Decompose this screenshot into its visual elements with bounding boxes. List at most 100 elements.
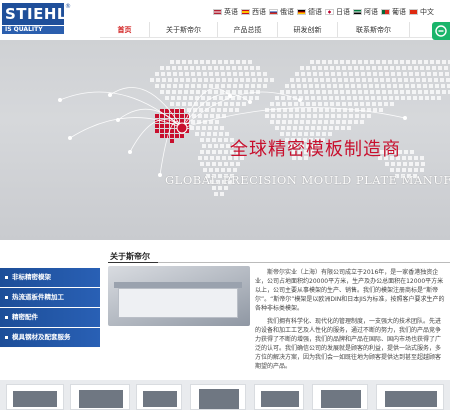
lang-russian[interactable]: 俄语 <box>269 7 294 17</box>
chat-icon <box>435 25 447 37</box>
map-dot <box>348 120 352 124</box>
lang-chinese[interactable]: 中文 <box>409 7 434 17</box>
product-thumbnail[interactable] <box>6 384 64 410</box>
lang-arabic[interactable]: 阿语 <box>353 7 378 17</box>
flag-icon <box>325 9 334 15</box>
map-dot <box>263 84 267 88</box>
product-thumbnail[interactable] <box>136 384 182 410</box>
map-dot <box>446 78 450 82</box>
map-dot <box>406 60 410 64</box>
map-dot <box>313 114 317 118</box>
nav-products[interactable]: 产品总揽 <box>218 22 278 38</box>
map-dot <box>328 60 332 64</box>
map-dot <box>202 126 206 130</box>
map-dot <box>429 84 433 88</box>
banner-tagline: 全球精密模板制造商 <box>230 139 401 160</box>
map-dot <box>230 102 234 106</box>
nav-contact[interactable]: 联系斯帝尔 <box>338 22 410 38</box>
map-dot <box>346 60 350 64</box>
map-dot <box>275 126 279 130</box>
map-dot <box>204 78 208 82</box>
map-dot <box>372 66 376 70</box>
map-dot <box>420 66 424 70</box>
map-dot <box>302 78 306 82</box>
map-dot <box>322 60 326 64</box>
map-dot <box>324 102 328 106</box>
map-dot <box>414 66 418 70</box>
online-chat-button[interactable] <box>432 22 450 40</box>
map-dot <box>306 102 310 106</box>
map-dot-china <box>170 114 174 118</box>
map-dot <box>299 126 303 130</box>
section-divider <box>108 262 450 263</box>
map-dot <box>376 90 380 94</box>
map-dot <box>393 84 397 88</box>
map-dot <box>250 66 254 70</box>
map-dot <box>220 126 224 130</box>
lang-label: 葡语 <box>392 8 406 16</box>
map-dot <box>337 114 341 118</box>
map-dot <box>176 60 180 64</box>
lang-japanese[interactable]: 日语 <box>325 7 350 17</box>
map-dot <box>238 90 242 94</box>
map-dot <box>190 126 194 130</box>
product-thumbnail[interactable] <box>312 384 368 410</box>
map-dot <box>317 96 321 100</box>
map-dot <box>290 78 294 82</box>
map-dot <box>301 72 305 76</box>
map-dot <box>362 78 366 82</box>
map-dot <box>361 114 365 118</box>
map-dot <box>417 84 421 88</box>
map-dot <box>201 132 205 136</box>
section-divider-accent <box>108 262 158 263</box>
map-dot-china <box>160 129 164 133</box>
map-dot <box>210 114 214 118</box>
nav-about[interactable]: 关于斯帝尔 <box>150 22 218 38</box>
lang-german[interactable]: 德语 <box>297 7 322 17</box>
lang-english[interactable]: 英语 <box>213 7 238 17</box>
map-dot <box>368 78 372 82</box>
sidebar-item-moulds[interactable]: 非标精密模架 <box>0 268 100 287</box>
map-dot <box>310 60 314 64</box>
sidebar-item-parts[interactable]: 精密配件 <box>0 308 100 327</box>
sidebar-item-hotrunner[interactable]: 热流道板件精加工 <box>0 288 100 307</box>
sidebar-item-steel[interactable]: 模具钢材及配套服务 <box>0 328 100 347</box>
map-dot <box>307 108 311 112</box>
map-dot <box>200 150 204 154</box>
nav-rnd[interactable]: 研发创新 <box>278 22 338 38</box>
map-dot <box>185 72 189 76</box>
map-dot <box>325 108 329 112</box>
product-thumbnail[interactable] <box>190 384 246 410</box>
map-dot <box>339 84 343 88</box>
lang-spanish[interactable]: 西语 <box>241 7 266 17</box>
map-dot <box>239 84 243 88</box>
map-dot <box>270 120 274 124</box>
map-dot <box>395 96 399 100</box>
map-dot <box>196 126 200 130</box>
logo-brand: STIEHL <box>2 3 66 25</box>
map-dot <box>218 150 222 154</box>
map-dot <box>251 84 255 88</box>
logo[interactable]: STIEHL ® IS QUALITY <box>2 3 71 34</box>
logo-registered-mark: ® <box>65 3 71 10</box>
product-thumbnail[interactable] <box>376 384 444 410</box>
map-dot <box>300 120 304 124</box>
map-dot <box>367 72 371 76</box>
map-dot <box>392 78 396 82</box>
map-dot <box>341 96 345 100</box>
about-text: 斯帝尔实业（上海）有限公司成立于2016年，是一家香港独资企业，公司占地面积约2… <box>255 268 445 375</box>
lang-portuguese[interactable]: 葡语 <box>381 7 406 17</box>
map-dot <box>376 60 380 64</box>
destination-dot <box>403 116 407 120</box>
map-dot <box>312 66 316 70</box>
map-dot <box>224 150 228 154</box>
product-thumbnail[interactable] <box>254 384 304 410</box>
map-dot <box>184 66 188 70</box>
nav-divider <box>100 37 450 38</box>
map-dot <box>195 132 199 136</box>
nav-home[interactable]: 首页 <box>100 22 150 38</box>
product-thumbnail[interactable] <box>70 384 130 410</box>
map-dot <box>366 102 370 106</box>
map-dot <box>213 132 217 136</box>
map-dot <box>390 102 394 106</box>
